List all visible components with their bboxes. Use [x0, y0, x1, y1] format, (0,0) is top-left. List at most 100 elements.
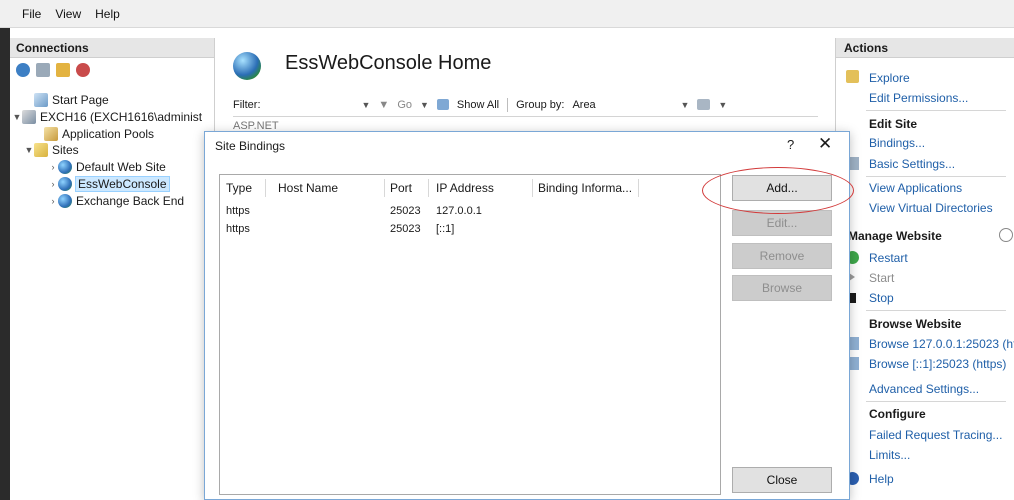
browse-ipv6-link[interactable]: Browse [::1]:25023 (https)	[869, 357, 1006, 371]
cell-port: 25023	[390, 205, 421, 217]
edit-button: Edit...	[732, 210, 832, 236]
save-icon[interactable]	[36, 63, 50, 77]
close-button[interactable]: Close	[732, 467, 832, 493]
up-folder-icon[interactable]	[56, 63, 70, 77]
restart-link[interactable]: Restart	[869, 251, 908, 265]
view-virtual-directories-link[interactable]: View Virtual Directories	[869, 201, 993, 215]
close-icon[interactable]: ✕	[818, 134, 832, 154]
server-icon	[22, 110, 36, 124]
help-link[interactable]: Help	[869, 472, 894, 486]
filter-input[interactable]	[269, 97, 354, 113]
browse-website-header: Browse Website	[869, 317, 962, 331]
menu-bar: File View Help	[0, 0, 1014, 28]
site-globe-icon	[58, 177, 72, 191]
bindings-link[interactable]: Bindings...	[869, 136, 925, 150]
tree-default-web-site[interactable]: › Default Web Site	[48, 159, 166, 175]
column-header-host-name[interactable]: Host Name	[274, 181, 338, 195]
divider	[866, 401, 1006, 402]
cell-type: https	[226, 205, 250, 217]
chevron-down-icon[interactable]: ▼	[362, 100, 371, 110]
collapse-icon[interactable]	[999, 228, 1013, 242]
group-by-select[interactable]: Area	[572, 99, 672, 111]
disconnect-icon[interactable]	[76, 63, 90, 77]
advanced-settings-link[interactable]: Advanced Settings...	[869, 382, 979, 396]
chevron-right-icon[interactable]: ›	[48, 179, 58, 189]
column-divider[interactable]	[638, 179, 639, 197]
cell-port: 25023	[390, 223, 421, 235]
column-header-type[interactable]: Type	[222, 181, 252, 195]
site-home-globe-icon	[233, 52, 261, 80]
tree-start-page[interactable]: Start Page	[24, 92, 109, 108]
connections-toolbar	[10, 58, 214, 82]
connections-header: Connections	[10, 38, 214, 58]
table-row[interactable]: https 25023 127.0.0.1	[220, 203, 720, 220]
chevron-right-icon[interactable]: ›	[48, 196, 58, 206]
manage-website-header: Manage Website	[848, 229, 942, 243]
connect-icon[interactable]	[16, 63, 30, 77]
column-divider[interactable]	[384, 179, 385, 197]
filter-label: Filter:	[233, 98, 261, 111]
remove-button: Remove	[732, 243, 832, 269]
chevron-down-icon[interactable]: ▼	[420, 100, 429, 110]
page-title: EssWebConsole Home	[285, 52, 492, 74]
chevron-down-icon[interactable]: ▼	[12, 112, 22, 122]
cell-ip: [::1]	[436, 223, 455, 235]
menu-help[interactable]: Help	[95, 7, 120, 21]
view-icon[interactable]	[697, 99, 711, 110]
column-divider[interactable]	[532, 179, 533, 197]
column-header-port[interactable]: Port	[386, 181, 412, 195]
cell-type: https	[226, 223, 250, 235]
explore-icon	[846, 70, 859, 83]
menu-file[interactable]: File	[22, 7, 41, 21]
tree-esswebconsole[interactable]: › EssWebConsole	[48, 176, 170, 192]
explore-link[interactable]: Explore	[869, 71, 910, 85]
help-button[interactable]: ?	[787, 137, 794, 152]
chevron-right-icon[interactable]: ›	[48, 162, 58, 172]
column-header-ip-address[interactable]: IP Address	[432, 181, 494, 195]
view-applications-link[interactable]: View Applications	[869, 181, 962, 195]
configure-header: Configure	[869, 407, 926, 421]
tree-app-pools[interactable]: Application Pools	[34, 126, 154, 142]
edit-permissions-link[interactable]: Edit Permissions...	[869, 91, 968, 105]
column-header-binding-info[interactable]: Binding Informa...	[534, 181, 632, 195]
divider	[866, 110, 1006, 111]
actions-panel: Actions Explore Edit Permissions... Edit…	[835, 38, 1014, 500]
filter-bar: Filter: ▼ ▼ Go ▼ Show All Group by: Area…	[233, 93, 818, 117]
edit-site-header: Edit Site	[869, 117, 918, 131]
chevron-down-icon[interactable]: ▼	[24, 145, 34, 155]
dialog-title: Site Bindings	[215, 139, 286, 153]
connections-panel: Connections Start Page ▼ EXCH16 (EXCH161…	[10, 38, 215, 500]
failed-request-tracing-link[interactable]: Failed Request Tracing...	[869, 428, 1002, 442]
column-divider[interactable]	[265, 179, 266, 197]
chevron-down-icon[interactable]: ▼	[680, 100, 689, 110]
browse-127-link[interactable]: Browse 127.0.0.1:25023 (http	[869, 337, 1014, 351]
menu-view[interactable]: View	[55, 7, 81, 21]
app-pools-icon	[44, 127, 58, 141]
actions-header: Actions	[836, 38, 1014, 58]
bindings-table[interactable]: Type Host Name Port IP Address Binding I…	[219, 174, 721, 495]
divider	[866, 176, 1006, 177]
sites-folder-icon	[34, 143, 48, 157]
limits-link[interactable]: Limits...	[869, 448, 910, 462]
basic-settings-link[interactable]: Basic Settings...	[869, 157, 955, 171]
separator	[507, 97, 509, 112]
site-globe-icon	[58, 194, 72, 208]
browse-button: Browse	[732, 275, 832, 301]
chevron-down-icon[interactable]: ▼	[718, 100, 727, 110]
site-bindings-dialog: Site Bindings ? ✕ Type Host Name Port IP…	[204, 131, 850, 500]
show-all-icon	[436, 99, 449, 110]
stop-link[interactable]: Stop	[869, 291, 894, 305]
column-divider[interactable]	[428, 179, 429, 197]
add-button[interactable]: Add...	[732, 175, 832, 201]
cell-ip: 127.0.0.1	[436, 205, 482, 217]
show-all-button[interactable]: Show All	[457, 99, 499, 111]
go-button[interactable]: Go	[397, 99, 412, 111]
tree-sites[interactable]: ▼ Sites	[24, 142, 79, 158]
table-row[interactable]: https 25023 [::1]	[220, 221, 720, 238]
start-page-icon	[34, 93, 48, 107]
start-link: Start	[869, 271, 895, 285]
tree-exchange-back-end[interactable]: › Exchange Back End	[48, 193, 184, 209]
window-left-edge	[0, 28, 10, 500]
group-by-label: Group by:	[516, 98, 565, 111]
tree-server[interactable]: ▼ EXCH16 (EXCH1616\administ	[12, 109, 202, 125]
